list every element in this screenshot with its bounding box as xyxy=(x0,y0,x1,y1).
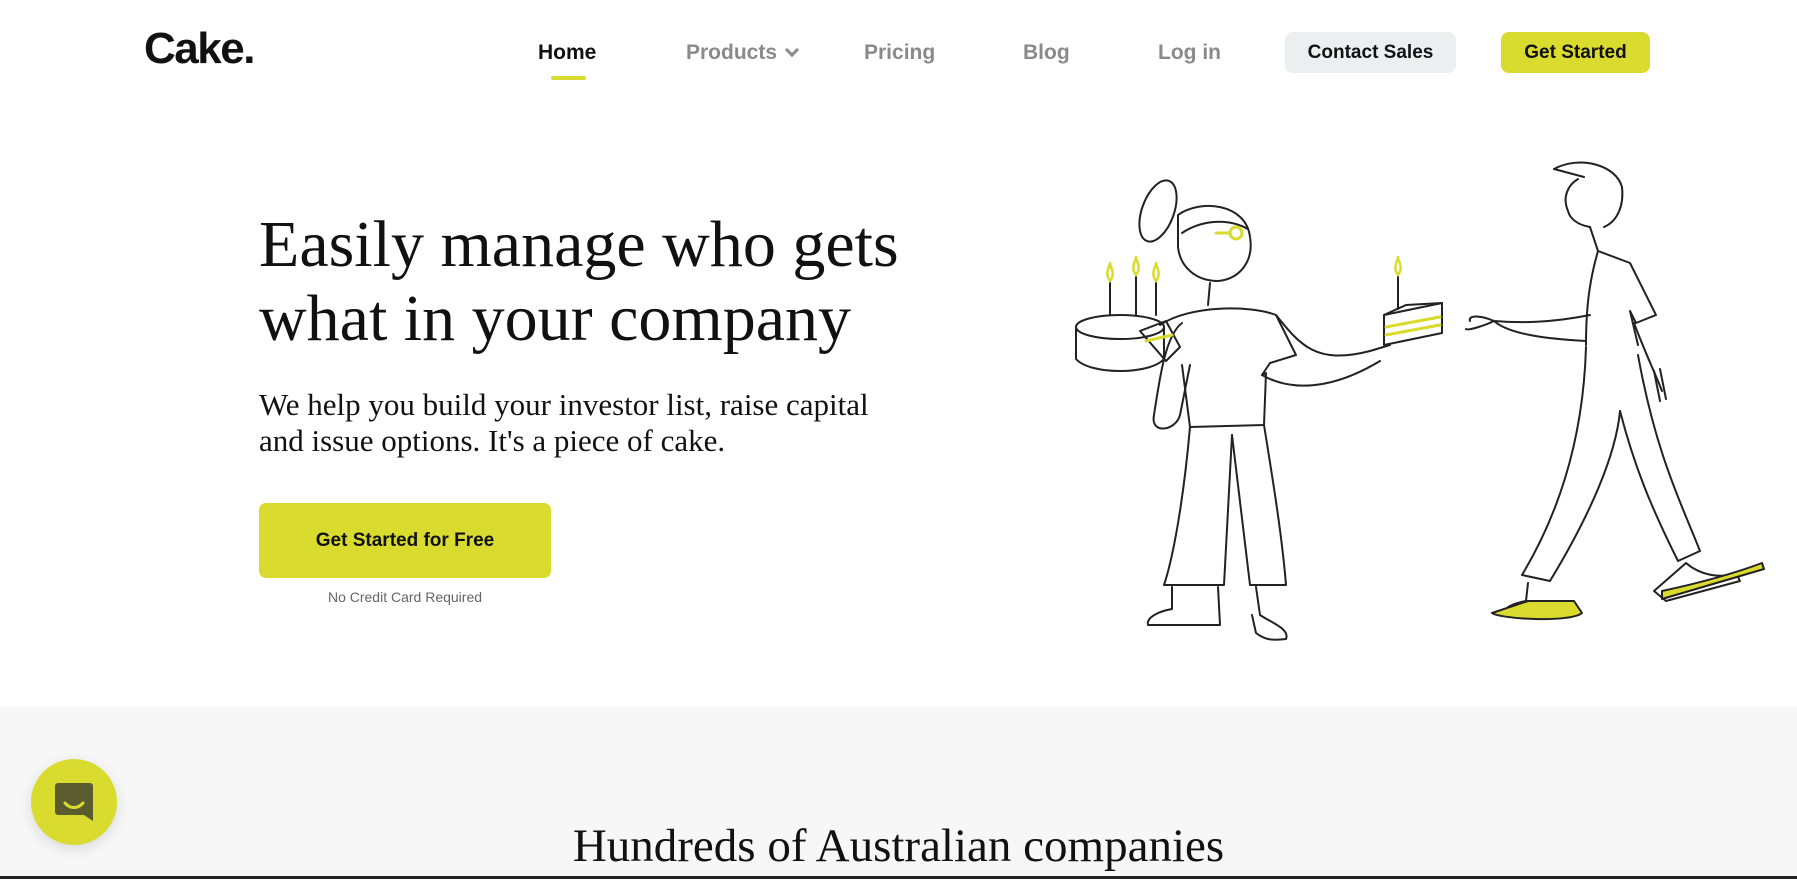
nav-pricing[interactable]: Pricing xyxy=(864,40,935,66)
site-header: Cake. Home Products Pricing Blog Log in … xyxy=(0,0,1797,105)
hero-title-line2: what in your company xyxy=(259,282,852,355)
social-proof-title: Hundreds of Australian companies xyxy=(572,820,1225,872)
chat-bubble-icon xyxy=(55,783,93,821)
nav-home[interactable]: Home xyxy=(538,40,596,66)
hero-title: Easily manage who gets what in your comp… xyxy=(259,208,959,356)
hero-illustration xyxy=(1075,161,1765,641)
nav-blog[interactable]: Blog xyxy=(1023,40,1070,66)
get-started-free-button[interactable]: Get Started for Free xyxy=(259,503,551,578)
chevron-down-icon xyxy=(784,42,800,58)
nav-products-label: Products xyxy=(686,41,778,64)
get-started-button[interactable]: Get Started xyxy=(1501,32,1650,73)
hero-subtitle-line2: and issue options. It's a piece of cake. xyxy=(259,423,726,458)
hero-subtitle: We help you build your investor list, ra… xyxy=(259,387,959,459)
chat-widget-button[interactable] xyxy=(31,759,117,845)
no-credit-card-note: No Credit Card Required xyxy=(327,589,483,605)
hero-subtitle-line1: We help you build your investor list, ra… xyxy=(259,387,869,422)
hero-title-line1: Easily manage who gets xyxy=(259,208,899,281)
contact-sales-button[interactable]: Contact Sales xyxy=(1285,32,1456,73)
cake-logo[interactable]: Cake. xyxy=(144,24,255,74)
nav-login[interactable]: Log in xyxy=(1158,40,1221,66)
man-figure xyxy=(1465,161,1765,621)
woman-figure xyxy=(1075,179,1443,641)
nav-active-indicator xyxy=(551,76,586,80)
nav-products[interactable]: Products xyxy=(686,40,800,66)
